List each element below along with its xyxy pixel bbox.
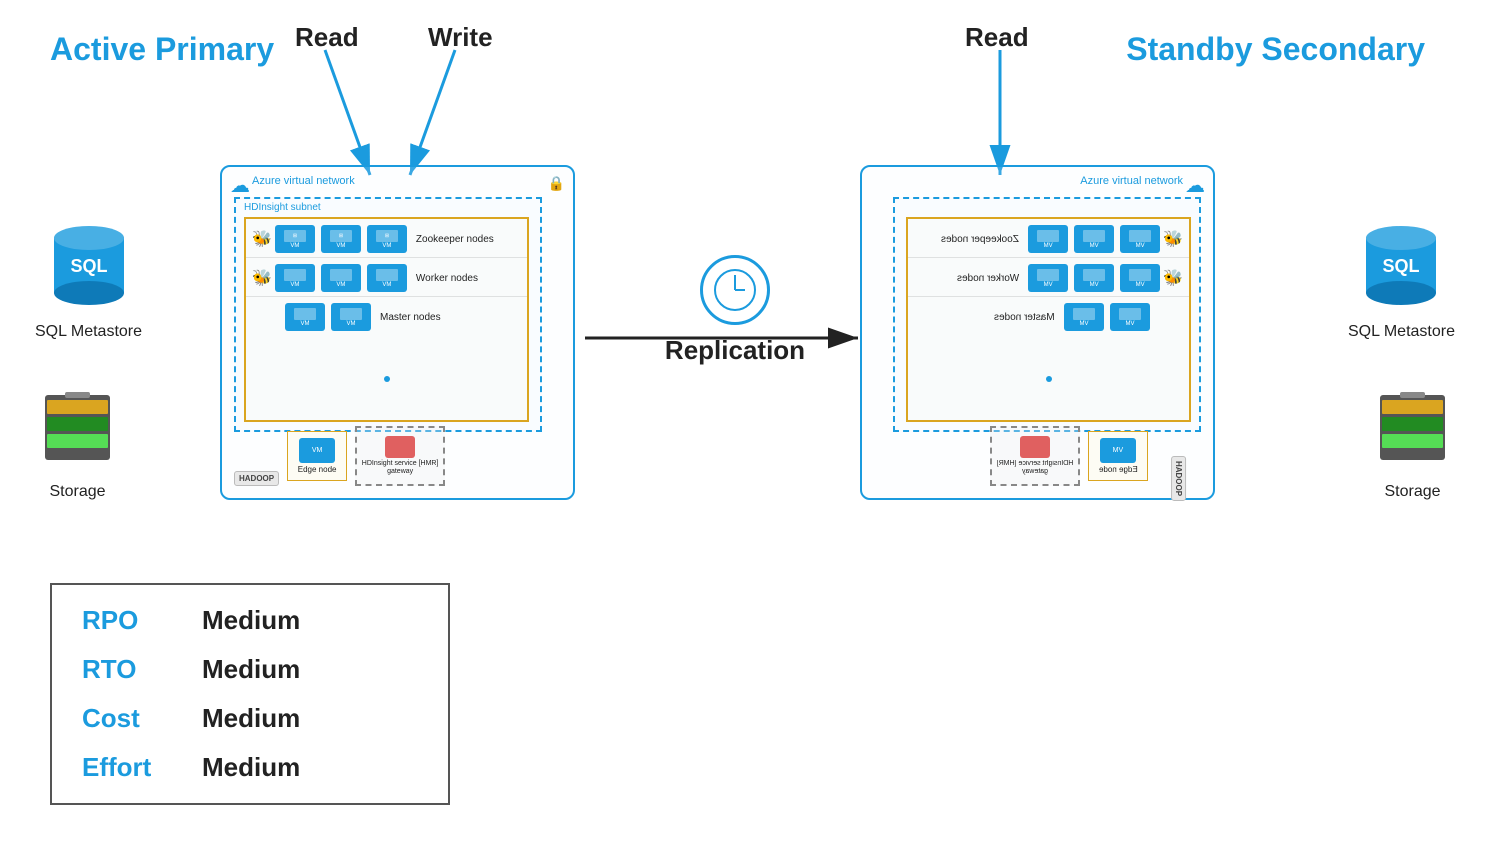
vm-box-rms2: MV [1110,303,1150,331]
zookeeper-row-right: Zookeeper nodes MV MV MV 🐝 [908,219,1189,258]
vm-box-rwk2: MV [1074,264,1114,292]
storage-right-label: Storage [1370,483,1455,501]
sql-icon-right: SQL [1361,220,1441,310]
worker-row-right: Worker nodes MV MV MV 🐝 [908,258,1189,297]
vm-box-ms2: VM [331,303,371,331]
svg-text:SQL: SQL [70,256,107,276]
bee-icon-rwk: 🐝 [1163,268,1183,288]
master-label: Master nodes [380,312,441,323]
master-label-right: Master nodes [994,312,1055,323]
master-row-right: Master nodes MV MV [908,297,1189,335]
main-container: Active Primary Standby Secondary Read Wr… [0,0,1485,855]
zookeeper-label: Zookeeper nodes [416,234,494,245]
cloud-icon-right: ☁ [1185,173,1205,198]
vm-box-wk1: VM [275,264,315,292]
azure-vnet-right: ☁ Azure virtual network Zookeeper nodes … [860,165,1215,500]
edge-node-box-right: MV Edge node [1088,431,1148,481]
storage-left-label: Storage [35,483,120,501]
sql-metastore-left-label: SQL Metastore [35,323,142,341]
azure-vnet-left: ☁ Azure virtual network 🔒 HDInsight subn… [220,165,575,500]
metric-key-effort: Effort [82,752,172,783]
connector-dot-left [384,376,390,382]
azure-vnet-label-right: Azure virtual network [1080,175,1183,187]
storage-icon-left [35,390,120,470]
vm-box-zk3: ⊞ VM [367,225,407,253]
read-label-left: Read [295,22,359,53]
gateway-box-left: HDInsight service [HMR] gateway [355,426,445,486]
storage-icon-right [1370,390,1455,470]
gateway-box-right: HDInsight service [HMR] gateway [990,426,1080,486]
cluster-box-right: Zookeeper nodes MV MV MV 🐝 [906,217,1191,422]
vm-box-wk2: VM [321,264,361,292]
bee-icon-rzk: 🐝 [1163,229,1183,249]
sql-metastore-right: SQL SQL Metastore [1348,220,1455,341]
hadoop-badge-left: HADOOP [234,471,279,486]
vm-box-rzk1: MV [1028,225,1068,253]
cluster-box-left: 🐝 ⊞ VM ⊞ VM ⊞ [244,217,529,422]
zookeeper-row: 🐝 ⊞ VM ⊞ VM ⊞ [246,219,527,258]
hadoop-badge-right: HADOOP [1171,456,1186,501]
edge-gateway-row-right: HDInsight service [HMR] gateway MV Edge … [871,426,1201,486]
metric-row-cost: Cost Medium [82,703,418,734]
metric-row-effort: Effort Medium [82,752,418,783]
zookeeper-label-right: Zookeeper nodes [941,234,1019,245]
azure-vnet-label-left: Azure virtual network [252,175,355,187]
metric-key-cost: Cost [82,703,172,734]
metric-value-rto: Medium [202,654,300,685]
write-label: Write [428,22,493,53]
svg-text:SQL: SQL [1383,256,1420,276]
vm-box-rwk3: MV [1120,264,1160,292]
metric-key-rpo: RPO [82,605,172,636]
vm-box-zk2: ⊞ VM [321,225,361,253]
vm-box-rzk2: MV [1074,225,1114,253]
connector-dot-right [1046,376,1052,382]
worker-label-right: Worker nodes [957,273,1019,284]
lock-icon-left: 🔒 [548,175,565,192]
vm-box-ms1: VM [285,303,325,331]
hdinsight-subnet-label-left: HDInsight subnet [244,202,321,213]
vm-box-rms1: MV [1064,303,1104,331]
metrics-box: RPO Medium RTO Medium Cost Medium Effort… [50,583,450,805]
replication-clock-icon [700,255,770,325]
vm-box-zk1: ⊞ VM [275,225,315,253]
vm-box-wk3: VM [367,264,407,292]
bee-icon-wk: 🐝 [252,268,272,288]
worker-row: 🐝 VM VM VM Worker nodes [246,258,527,297]
clock-svg [710,265,760,315]
storage-left: Storage [35,390,120,501]
standby-secondary-label: Standby Secondary [1126,30,1425,68]
master-row: VM VM Master nodes [246,297,527,335]
worker-label: Worker nodes [416,273,478,284]
hdinsight-subnet-right: Zookeeper nodes MV MV MV 🐝 [893,197,1201,432]
metric-value-effort: Medium [202,752,300,783]
metric-row-rto: RTO Medium [82,654,418,685]
cloud-icon-left: ☁ [230,173,250,198]
bee-icon-zk: 🐝 [252,229,272,249]
vm-box-rwk1: MV [1028,264,1068,292]
sql-metastore-left: SQL SQL Metastore [35,220,142,341]
storage-right: Storage [1370,390,1455,501]
vm-box-rzk3: MV [1120,225,1160,253]
edge-gateway-row-left: HADOOP VM Edge node HDInsight service [H… [234,426,564,486]
sql-icon-left: SQL [49,220,129,310]
metric-value-cost: Medium [202,703,300,734]
hdinsight-subnet-left: HDInsight subnet 🐝 ⊞ VM ⊞ [234,197,542,432]
sql-metastore-right-label: SQL Metastore [1348,323,1455,341]
active-primary-label: Active Primary [50,30,274,68]
replication-area: Replication [625,255,845,366]
metric-value-rpo: Medium [202,605,300,636]
metric-key-rto: RTO [82,654,172,685]
edge-node-box-left: VM Edge node [287,431,347,481]
replication-label: Replication [625,335,845,366]
read-label-right: Read [965,22,1029,53]
metric-row-rpo: RPO Medium [82,605,418,636]
